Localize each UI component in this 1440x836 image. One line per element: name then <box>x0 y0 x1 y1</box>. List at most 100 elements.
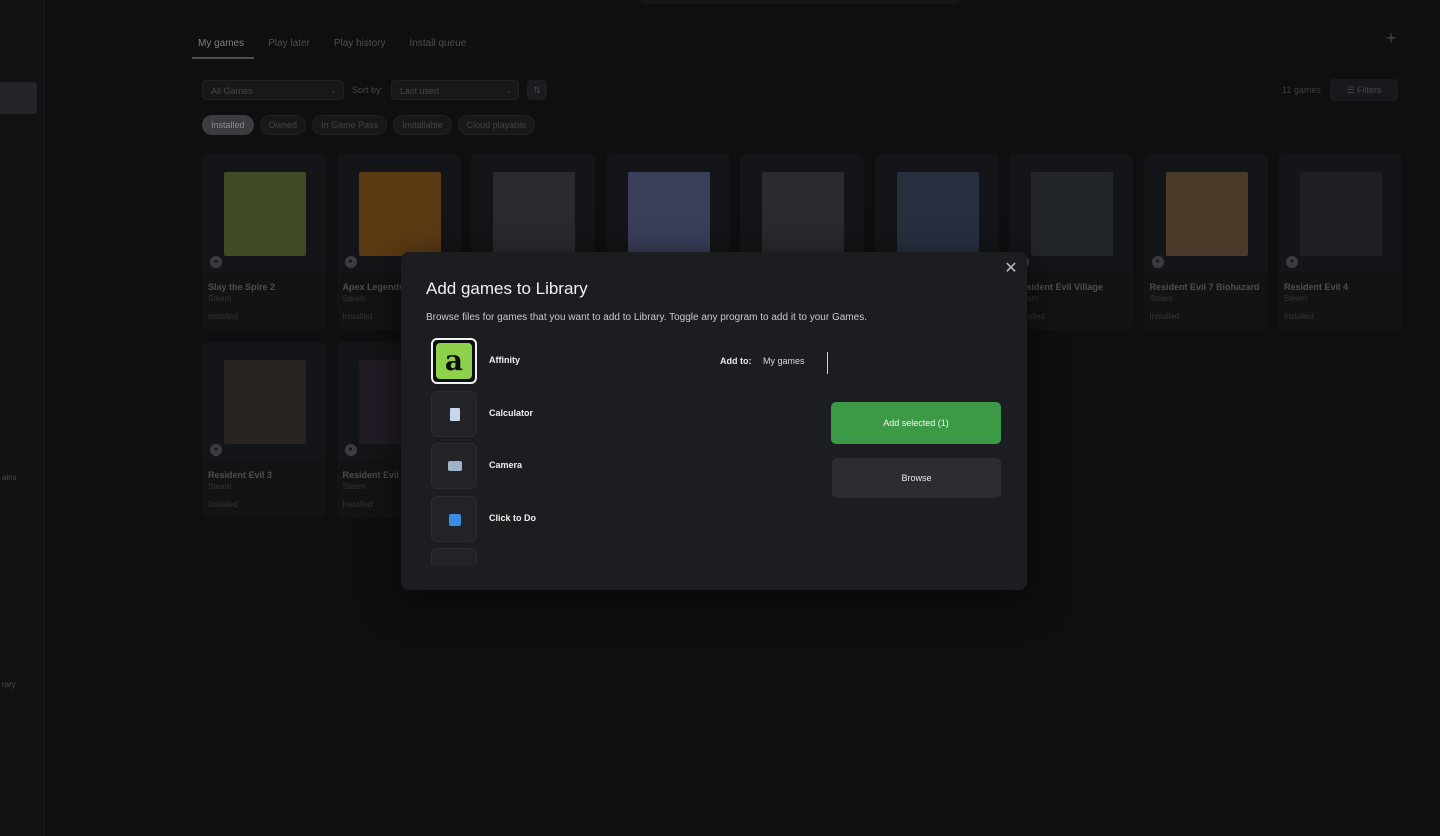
game-platform: Steam <box>1284 294 1308 303</box>
dialog-description: Browse files for games that you want to … <box>426 312 867 323</box>
game-title: Resident Evil 3 <box>208 470 273 480</box>
dialog-title: Add games to Library <box>426 279 588 298</box>
program-item-click-to-do[interactable]: Click to Do <box>431 496 811 542</box>
collection-dropdown[interactable]: All Games ⌄ <box>202 80 344 100</box>
steam-icon: ● <box>210 256 222 268</box>
game-title: Resident Evil 4 <box>1284 282 1349 292</box>
program-tile[interactable]: a <box>431 338 477 384</box>
add-selected-button[interactable]: Add selected (1) <box>831 402 1001 444</box>
program-name: Camera <box>489 460 523 470</box>
sort-dropdown-value: Last used <box>400 86 440 96</box>
game-card[interactable]: ●Resident Evil VillageSteamInstalled <box>1009 154 1133 330</box>
game-install-status: Installed <box>342 312 373 321</box>
game-card[interactable]: ● Resident Evil 3 Steam Installed <box>202 342 326 518</box>
sort-by-label: Sort by: <box>352 85 384 95</box>
program-list[interactable]: a Affinity Calculator Camera Click to Do <box>431 338 811 566</box>
game-platform: Steam <box>342 482 366 491</box>
sort-order-icon[interactable]: ⇅ <box>527 80 548 100</box>
left-nav-active-item[interactable] <box>0 82 37 114</box>
program-name: Affinity <box>489 355 520 365</box>
program-item-camera[interactable]: Camera <box>431 443 811 489</box>
chip-installed[interactable]: Installed <box>202 115 254 135</box>
game-count: 11 games <box>1282 85 1321 95</box>
chevron-down-icon: ⌄ <box>505 86 513 95</box>
filter-row: All Games ⌄ Sort by: Last used ⌄ ⇅ <box>202 80 548 100</box>
program-tile[interactable] <box>431 443 477 489</box>
program-tile[interactable] <box>431 391 477 437</box>
filters-button-label: Filters <box>1357 85 1382 95</box>
chip-cloud-playable[interactable]: Cloud playable <box>457 115 536 135</box>
game-card[interactable]: ● Slay the Spire 2 Steam Installed <box>202 154 326 330</box>
calculator-icon <box>450 408 460 421</box>
game-cover-image <box>224 360 306 444</box>
game-install-status: Installed <box>208 312 238 321</box>
game-cover-image <box>1165 172 1248 256</box>
game-platform: Steam <box>208 294 232 303</box>
chip-owned[interactable]: Owned <box>259 115 307 135</box>
sort-dropdown[interactable]: Last used ⌄ <box>391 80 520 100</box>
tab-install-queue[interactable]: Install queue <box>404 34 477 59</box>
game-title: Resident Evil <box>342 470 400 480</box>
filters-button[interactable]: ☰ Filters <box>1330 79 1398 101</box>
collection-dropdown-value: All Games <box>211 86 253 96</box>
library-tabs: My games Play later Play history Install… <box>192 34 484 59</box>
game-card[interactable]: ● Resident Evil 7 Biohazard Steam Installed <box>1143 154 1268 330</box>
steam-icon: ● <box>1286 256 1298 268</box>
left-nav-label-fragment[interactable]: rary <box>2 680 16 689</box>
game-platform: Steam <box>342 294 366 303</box>
game-cover-art <box>1143 154 1268 272</box>
steam-icon: ● <box>210 444 222 456</box>
steam-icon: ● <box>344 444 357 456</box>
program-item-calculator[interactable]: Calculator <box>431 391 811 437</box>
left-nav-label-fragment[interactable]: ains <box>2 473 17 482</box>
camera-icon <box>448 461 462 471</box>
game-cover-art <box>1009 154 1133 272</box>
game-card[interactable]: ● Resident Evil 4 Steam Installed <box>1278 154 1402 330</box>
program-name: Click to Do <box>489 513 537 523</box>
chevron-down-icon: ⌄ <box>330 86 337 95</box>
add-games-dialog: ✕ Add games to Library Browse files for … <box>401 252 1027 590</box>
program-item-partial[interactable] <box>431 548 811 566</box>
game-install-status: Installed <box>208 500 238 509</box>
game-platform: Steam <box>208 482 232 491</box>
game-install-status: Installed <box>1149 312 1180 321</box>
game-platform: Steam <box>1149 294 1173 303</box>
filter-icon: ☰ <box>1346 85 1358 95</box>
game-cover-art <box>1278 154 1402 272</box>
browse-button[interactable]: Browse <box>832 458 1001 498</box>
game-cover-image <box>896 172 979 256</box>
program-tile[interactable] <box>431 496 477 542</box>
game-cover-image <box>224 172 306 256</box>
game-cover-art <box>202 154 326 272</box>
chip-game-pass[interactable]: In Game Pass <box>312 115 388 135</box>
add-to-label: Add to: <box>720 356 752 366</box>
tab-play-later[interactable]: Play later <box>262 34 320 59</box>
left-nav-rail: ains rary <box>0 0 45 836</box>
game-cover-image <box>493 172 575 256</box>
steam-icon: ● <box>1151 256 1164 268</box>
filter-chips: Installed Owned In Game Pass Installable… <box>202 115 536 135</box>
tab-my-games[interactable]: My games <box>192 34 255 59</box>
add-icon[interactable]: + <box>1383 29 1399 47</box>
close-icon[interactable]: ✕ <box>1003 260 1019 278</box>
game-cover-art <box>202 342 326 460</box>
top-search-bar[interactable] <box>640 0 960 4</box>
program-item-affinity[interactable]: a Affinity <box>431 338 811 384</box>
game-cover-image <box>358 172 441 256</box>
game-install-status: Installed <box>342 500 373 509</box>
game-install-status: Installed <box>1284 312 1314 321</box>
game-cover-image <box>627 172 710 256</box>
app-icon[interactable] <box>431 548 477 566</box>
program-name: Calculator <box>489 408 534 418</box>
game-title: Resident Evil 7 Biohazard <box>1149 282 1260 292</box>
chip-installable[interactable]: Installable <box>393 115 452 135</box>
game-title: Apex Legends <box>342 282 405 292</box>
game-title: Resident Evil Village <box>1015 282 1103 292</box>
tab-play-history[interactable]: Play history <box>328 34 396 59</box>
steam-icon: ● <box>344 256 357 268</box>
affinity-icon: a <box>436 343 472 379</box>
add-to-divider <box>827 352 828 374</box>
game-cover-image <box>1300 172 1382 256</box>
game-cover-image <box>1031 172 1113 256</box>
add-to-value[interactable]: My games <box>763 356 805 366</box>
